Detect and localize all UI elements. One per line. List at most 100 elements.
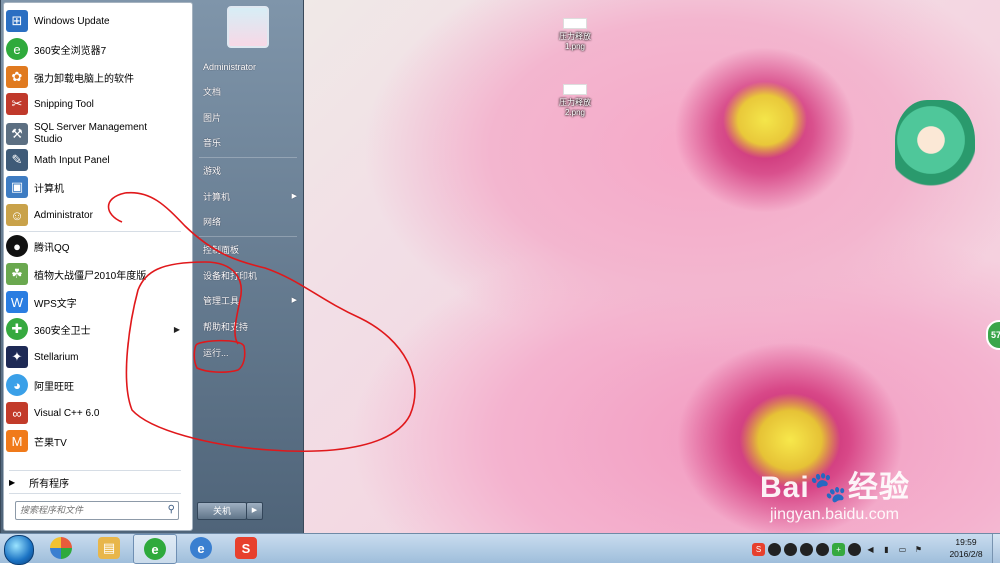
right-item-administrator[interactable]: Administrator	[199, 56, 301, 78]
volume-icon[interactable]: ◀	[864, 543, 877, 556]
start-item-label: 360安全浏览器7	[34, 45, 107, 57]
right-item-network[interactable]: 网络	[199, 211, 301, 233]
start-item-label: WPS文字	[34, 298, 77, 310]
pinwheel-icon	[50, 537, 72, 559]
right-item-games[interactable]: 游戏	[199, 160, 301, 182]
start-item-label: SQL Server Management Studio	[34, 122, 148, 145]
start-item-label: 植物大战僵尸2010年度版	[34, 270, 147, 282]
taskbar-clock[interactable]: 19:59 2016/2/8	[942, 536, 990, 560]
start-item-snipping-tool[interactable]: ✂ Snipping Tool	[6, 91, 184, 117]
explorer-icon: ▤	[98, 537, 120, 559]
right-item-admin-tools[interactable]: 管理工具 ▶	[199, 290, 301, 312]
qq-icon[interactable]	[848, 542, 861, 556]
start-item-label: 计算机	[34, 183, 64, 195]
start-item-stellarium[interactable]: ✦ Stellarium	[6, 344, 184, 370]
submenu-arrow-icon: ▶	[291, 297, 297, 304]
qq-icon[interactable]	[784, 542, 797, 556]
start-menu-divider	[9, 231, 181, 232]
submenu-arrow-icon: ▶	[291, 193, 297, 200]
desktop-file-1[interactable]: 压力释放1.png	[550, 18, 600, 51]
uninstall-icon: ✿	[6, 66, 28, 88]
start-item-label: Snipping Tool	[34, 98, 94, 110]
start-item-wps[interactable]: W WPS文字	[6, 289, 184, 315]
start-item-computer[interactable]: ▣ 计算机	[6, 174, 184, 200]
expand-arrow-icon: ▶	[9, 477, 16, 487]
right-item-help[interactable]: 帮助和支持	[199, 316, 301, 338]
start-item-label: 强力卸载电脑上的软件	[34, 73, 134, 85]
right-item-computer[interactable]: 计算机 ▶	[199, 186, 301, 208]
start-item-label: 360安全卫士	[34, 325, 91, 337]
show-desktop-button[interactable]	[992, 534, 1000, 563]
clock-date: 2016/2/8	[949, 549, 983, 559]
right-item-pictures[interactable]: 图片	[199, 107, 301, 129]
taskbar-app-sogou[interactable]: S	[225, 534, 267, 562]
vc-icon: ∞	[6, 402, 28, 424]
qq-icon[interactable]	[816, 542, 829, 556]
right-item-run[interactable]: 运行...	[199, 342, 301, 364]
right-pane-divider	[199, 157, 297, 158]
search-input[interactable]	[16, 502, 164, 517]
guard-360-icon[interactable]: +	[832, 542, 845, 556]
shutdown-button[interactable]: 关机	[197, 502, 247, 520]
start-button[interactable]	[4, 535, 34, 565]
taskbar-app-explorer[interactable]: ▤	[88, 534, 130, 562]
right-item-documents[interactable]: 文档	[199, 81, 301, 103]
start-menu: ⊞ Windows Update e 360安全浏览器7 ✿ 强力卸载电脑上的软…	[0, 0, 304, 534]
network-icon[interactable]: ▮	[880, 543, 893, 556]
wps-icon: W	[6, 291, 28, 313]
start-item-label: Windows Update	[34, 15, 110, 27]
image-file-icon	[563, 84, 587, 95]
taskbar-app-ie[interactable]: e	[180, 534, 222, 562]
user-avatar[interactable]	[227, 6, 269, 48]
all-programs-label: 所有程序	[29, 478, 70, 490]
start-item-sql-server[interactable]: ⚒ SQL Server Management Studio	[6, 120, 184, 148]
start-item-pvz[interactable]: ☘ 植物大战僵尸2010年度版	[6, 261, 184, 287]
start-item-mango-tv[interactable]: M 芒果TV	[6, 428, 184, 454]
qq-icon[interactable]	[768, 542, 781, 556]
computer-icon: ▣	[6, 176, 28, 198]
windows-update-icon: ⊞	[6, 10, 28, 32]
taskbar: ▤ e e S S + ◀ ▮ ▭ ⚑ 19:59 2016/2/8	[0, 533, 1000, 565]
start-item-qq[interactable]: ● 腾讯QQ	[6, 233, 184, 259]
action-center-icon[interactable]: ⚑	[912, 543, 925, 556]
taskbar-app-pinwheel[interactable]	[40, 534, 82, 562]
start-item-360-browser[interactable]: e 360安全浏览器7	[6, 36, 184, 62]
qq-icon[interactable]	[800, 542, 813, 556]
scissors-icon: ✂	[6, 93, 28, 115]
start-item-administrator[interactable]: ☺ Administrator	[6, 202, 184, 228]
system-tray: S + ◀ ▮ ▭ ⚑	[752, 538, 928, 560]
floating-widget-badge[interactable]: 57	[986, 320, 1000, 350]
taskbar-app-360-browser[interactable]: e	[133, 534, 177, 564]
start-item-360-guard[interactable]: ✚ 360安全卫士 ▶	[6, 316, 184, 342]
tools-icon: ⚒	[6, 123, 28, 145]
sogou-icon: S	[235, 537, 257, 559]
desktop-file-2[interactable]: 压力释放2.png	[550, 84, 600, 117]
start-item-uninstaller[interactable]: ✿ 强力卸载电脑上的软件	[6, 64, 184, 90]
start-item-math-input[interactable]: ✎ Math Input Panel	[6, 147, 184, 173]
right-item-control-panel[interactable]: 控制面板	[199, 239, 301, 261]
desktop-gadget-character[interactable]	[895, 100, 975, 200]
all-programs-button[interactable]: ▶ 所有程序	[9, 474, 179, 490]
desktop-file-label: 压力释放1.png	[559, 32, 591, 51]
start-item-label: 阿里旺旺	[34, 381, 74, 393]
clock-time: 19:59	[955, 537, 977, 547]
right-item-music[interactable]: 音乐	[199, 132, 301, 154]
browser-360-icon: e	[144, 538, 166, 560]
right-item-devices-printers[interactable]: 设备和打印机	[199, 265, 301, 287]
start-item-label: 腾讯QQ	[34, 242, 70, 254]
start-item-visual-cpp[interactable]: ∞ Visual C++ 6.0	[6, 400, 184, 426]
power-icon[interactable]: ▭	[896, 543, 909, 556]
sogou-ime-icon[interactable]: S	[752, 542, 765, 556]
shutdown-options-arrow-icon[interactable]: ▶	[246, 502, 263, 520]
search-icon[interactable]: ⚲	[168, 504, 175, 515]
start-item-aliwangwang[interactable]: ◕ 阿里旺旺	[6, 372, 184, 398]
game-icon: ☘	[6, 263, 28, 285]
start-item-windows-update[interactable]: ⊞ Windows Update	[6, 8, 184, 34]
qq-icon: ●	[6, 235, 28, 257]
start-item-label: 芒果TV	[34, 437, 67, 449]
right-item-label: 计算机	[203, 192, 231, 202]
mango-icon: M	[6, 430, 28, 452]
start-search-box[interactable]: ⚲	[15, 501, 179, 520]
start-item-label: Visual C++ 6.0	[34, 407, 100, 419]
start-item-label: Administrator	[34, 209, 93, 221]
